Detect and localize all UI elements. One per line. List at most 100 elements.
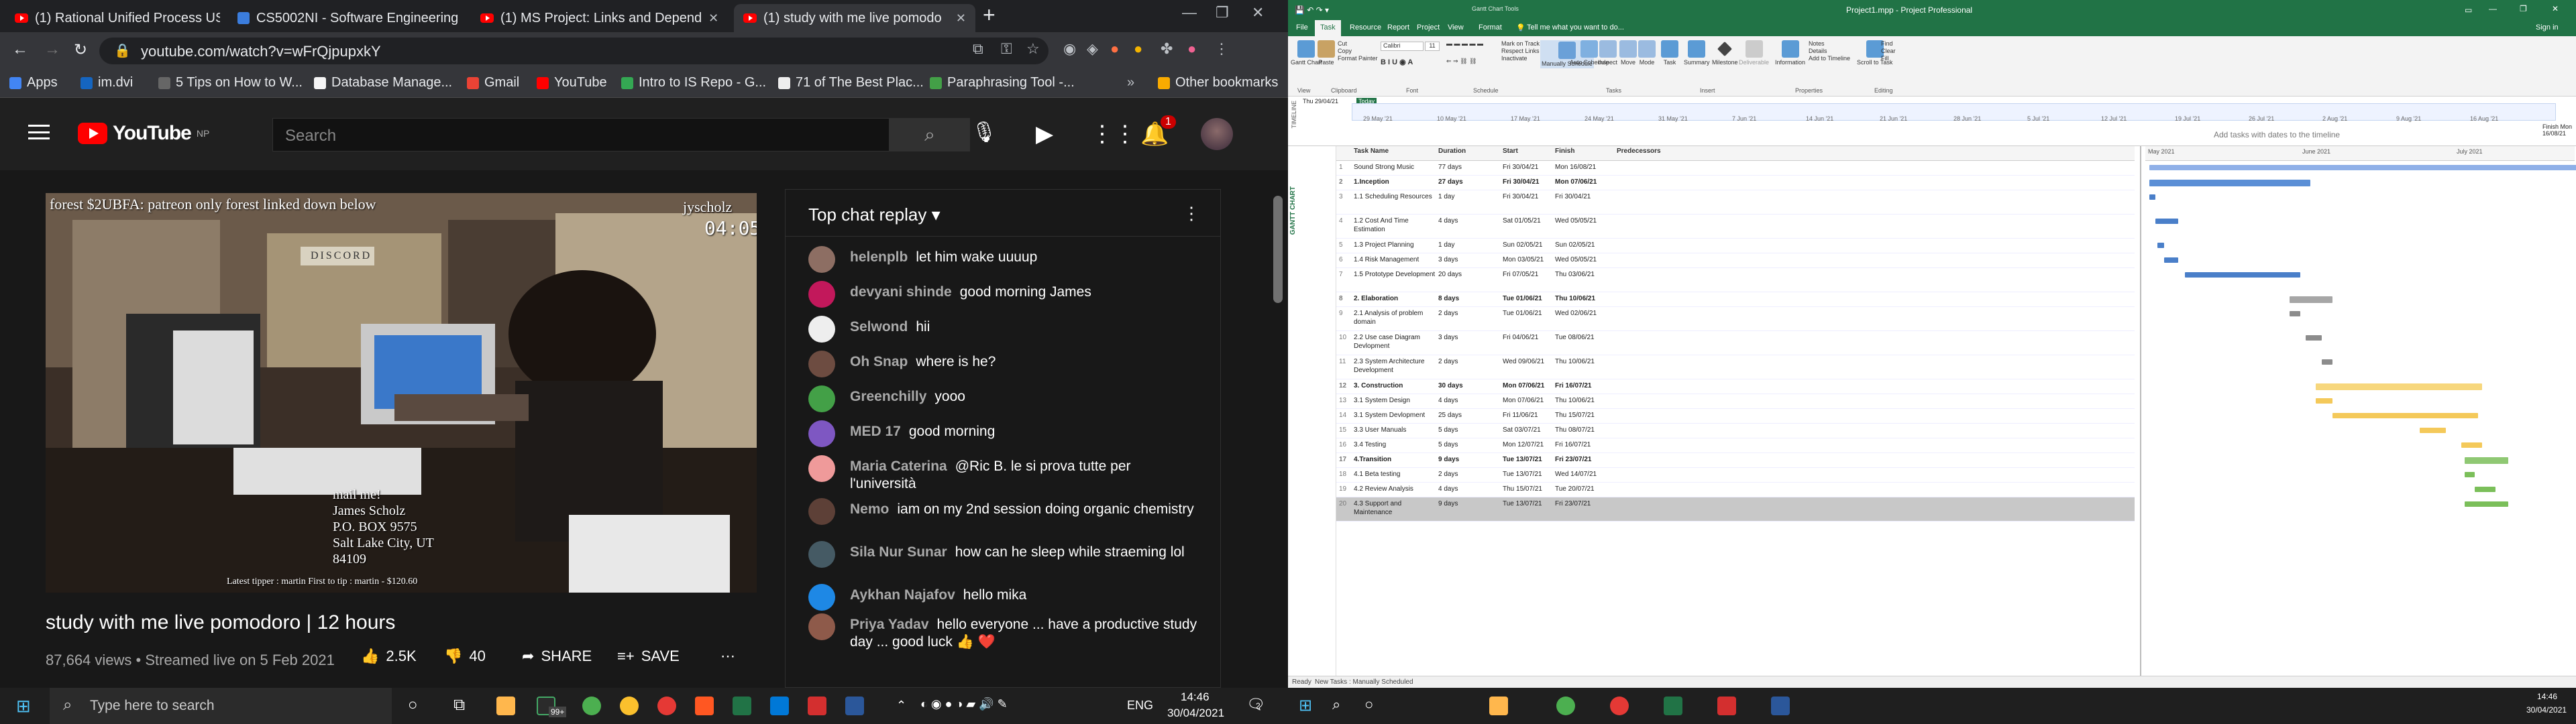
task-finish-cell[interactable]: Fri 23/07/21 (1555, 499, 1615, 508)
task-dur-cell[interactable]: 3 days (1438, 333, 1499, 342)
task-dur-cell[interactable]: 8 days (1438, 294, 1499, 303)
task-dur-cell[interactable]: 5 days (1438, 440, 1499, 449)
task-row[interactable]: 16 3.4 Testing 5 days Mon 12/07/21 Fri 16/07… (1336, 438, 2135, 453)
task-finish-cell[interactable]: Wed 05/05/21 (1555, 255, 1615, 264)
more-bookmarks-icon[interactable]: » (1127, 75, 1134, 90)
task-row[interactable]: 3 1.1 Scheduling Resources 1 day Fri 30/04/… (1336, 190, 2135, 215)
task-dur-cell[interactable]: 5 days (1438, 426, 1499, 434)
sign-in-link[interactable]: Sign in (2536, 23, 2559, 32)
task-name-cell[interactable]: 2.2 Use case Diagram Devlopment (1354, 333, 1437, 351)
chat-avatar[interactable] (808, 613, 835, 640)
gantt-bar[interactable] (2305, 335, 2322, 341)
bookmark-item[interactable]: Gmail (467, 75, 519, 90)
task-finish-cell[interactable]: Sun 02/05/21 (1555, 241, 1615, 249)
word-icon[interactable] (1771, 697, 1790, 715)
cortana-icon[interactable]: ○ (1364, 696, 1373, 713)
find-button[interactable]: Find (1881, 40, 1896, 48)
bookmark-item[interactable]: Paraphrasing Tool -... (930, 75, 1075, 90)
taskbar-search-input[interactable]: ⌕ Type here to search (50, 688, 392, 724)
task-finish-cell[interactable]: Tue 08/06/21 (1555, 333, 1615, 342)
tab-format[interactable]: Format (1479, 23, 1502, 32)
information-button[interactable]: Information (1775, 40, 1805, 66)
bookmark-item[interactable]: YouTube (537, 75, 607, 90)
chat-author[interactable]: Maria Caterina (850, 459, 947, 474)
task-row[interactable]: 7 1.5 Prototype Development 20 days Fri 07/… (1336, 268, 2135, 292)
task-start-cell[interactable]: Fri 30/04/21 (1503, 192, 1554, 201)
task-start-cell[interactable]: Mon 03/05/21 (1503, 255, 1554, 264)
bold-italic-underline-icons[interactable]: B I U ◉ A (1381, 58, 1413, 66)
task-dur-cell[interactable]: 2 days (1438, 470, 1499, 479)
mark-on-track-button[interactable]: Mark on Track (1501, 40, 1540, 48)
like-button[interactable]: 👍 2.5K (361, 648, 417, 665)
project-icon[interactable] (1664, 697, 1682, 715)
key-icon[interactable]: ⚿ (1001, 40, 1012, 58)
chat-author[interactable]: Greenchilly (850, 389, 926, 404)
task-name-cell[interactable]: 1.Inception (1354, 178, 1437, 186)
chat-avatar[interactable] (808, 541, 835, 568)
task-name-cell[interactable]: 3.3 User Manuals (1354, 426, 1437, 434)
quick-access-icons[interactable]: 💾 ↶ ↷ ▾ (1295, 5, 1329, 15)
chrome-icon[interactable] (1610, 697, 1629, 715)
chat-header[interactable]: Top chat replay ▾ ⋮ (786, 190, 1220, 237)
task-finish-cell[interactable]: Thu 10/06/21 (1555, 396, 1615, 405)
chat-avatar[interactable] (808, 385, 835, 412)
search-input[interactable]: Search (272, 118, 890, 152)
tab-report[interactable]: Report (1387, 23, 1409, 32)
task-name-cell[interactable]: 4.1 Beta testing (1354, 470, 1437, 479)
task-id-cell[interactable]: 6 (1339, 255, 1351, 264)
task-dur-cell[interactable]: 77 days (1438, 163, 1499, 172)
task-name-cell[interactable]: 1.1 Scheduling Resources (1354, 192, 1437, 201)
bookmark-folder[interactable]: Other bookmarks (1158, 75, 1278, 90)
task-finish-cell[interactable]: Thu 08/07/21 (1555, 426, 1615, 434)
puzzle-icon[interactable]: ✤ (1161, 40, 1173, 58)
windows-start-icon[interactable]: ⊞ (16, 696, 31, 717)
details-button[interactable]: Details (1809, 48, 1850, 55)
gantt-bar[interactable] (2464, 457, 2508, 464)
browser-tab[interactable]: CS5002NI - Software Engineering✕ (228, 4, 463, 32)
camera-extension-icon[interactable]: ◉ (1063, 40, 1076, 58)
bookmark-item[interactable]: Database Manage... (314, 75, 452, 90)
file-explorer-icon[interactable] (1489, 697, 1508, 715)
add-to-timeline-button[interactable]: Add to Timeline (1809, 55, 1850, 62)
notes-button[interactable]: Notes (1809, 40, 1850, 48)
task-finish-cell[interactable]: Thu 03/06/21 (1555, 270, 1615, 279)
format-painter-button[interactable]: Format Painter (1338, 55, 1378, 62)
gantt-chart-area[interactable] (2140, 146, 2576, 676)
font-size-select[interactable]: 11 (1425, 42, 1440, 51)
deliverable-button[interactable]: Deliverable (1739, 40, 1769, 66)
gantt-bar[interactable] (2420, 428, 2446, 433)
chat-avatar[interactable] (808, 420, 835, 447)
chat-avatar[interactable] (808, 316, 835, 343)
task-row[interactable]: 2 1.Inception 27 days Fri 30/04/21 Mon 07/06… (1336, 176, 2135, 190)
close-window-icon[interactable]: ✕ (1252, 4, 1264, 21)
gantt-bar[interactable] (2149, 165, 2576, 170)
task-finish-cell[interactable]: Tue 20/07/21 (1555, 485, 1615, 493)
extension-yellow-icon[interactable]: ● (1134, 40, 1142, 58)
task-name-cell[interactable]: 4.3 Support and Maintenance (1354, 499, 1437, 517)
bookmark-item[interactable]: 71 of The Best Plac... (778, 75, 924, 90)
task-id-cell[interactable]: 5 (1339, 241, 1351, 249)
task-dur-cell[interactable]: 1 day (1438, 192, 1499, 201)
task-row[interactable]: 5 1.3 Project Planning 1 day Sun 02/05/21 Su… (1336, 239, 2135, 253)
bookmark-item[interactable]: Apps (9, 75, 58, 90)
task-row[interactable]: 4 1.2 Cost And Time Estimation 4 days Sat 0… (1336, 215, 2135, 239)
extension-red-icon[interactable]: ● (1110, 40, 1119, 58)
task-start-cell[interactable]: Tue 01/06/21 (1503, 309, 1554, 318)
task-finish-cell[interactable]: Fri 23/07/21 (1555, 455, 1615, 464)
percent-complete-icons[interactable]: ▬ ▬ ▬ ▬ ▬ (1446, 40, 1483, 47)
task-row[interactable]: 1 Sound Strong Music 77 days Fri 30/04/21 Mo… (1336, 161, 2135, 176)
chat-avatar[interactable] (808, 455, 835, 482)
tab-file[interactable]: File (1296, 23, 1308, 32)
chrome-icon[interactable] (657, 697, 676, 715)
task-id-cell[interactable]: 1 (1339, 163, 1351, 172)
task-dur-cell[interactable]: 2 days (1438, 309, 1499, 318)
task-finish-cell[interactable]: Thu 15/07/21 (1555, 411, 1615, 420)
task-name-cell[interactable]: 1.4 Risk Management (1354, 255, 1437, 264)
file-explorer-icon[interactable] (496, 697, 515, 715)
menu-dots-icon[interactable]: ⋮ (1214, 40, 1229, 58)
chat-author[interactable]: Selwond (850, 319, 908, 335)
microphone-icon[interactable]: 🎙 (971, 121, 997, 144)
task-finish-cell[interactable]: Mon 07/06/21 (1555, 178, 1615, 186)
task-finish-cell[interactable]: Wed 02/06/21 (1555, 309, 1615, 318)
gantt-bar[interactable] (2464, 501, 2508, 507)
